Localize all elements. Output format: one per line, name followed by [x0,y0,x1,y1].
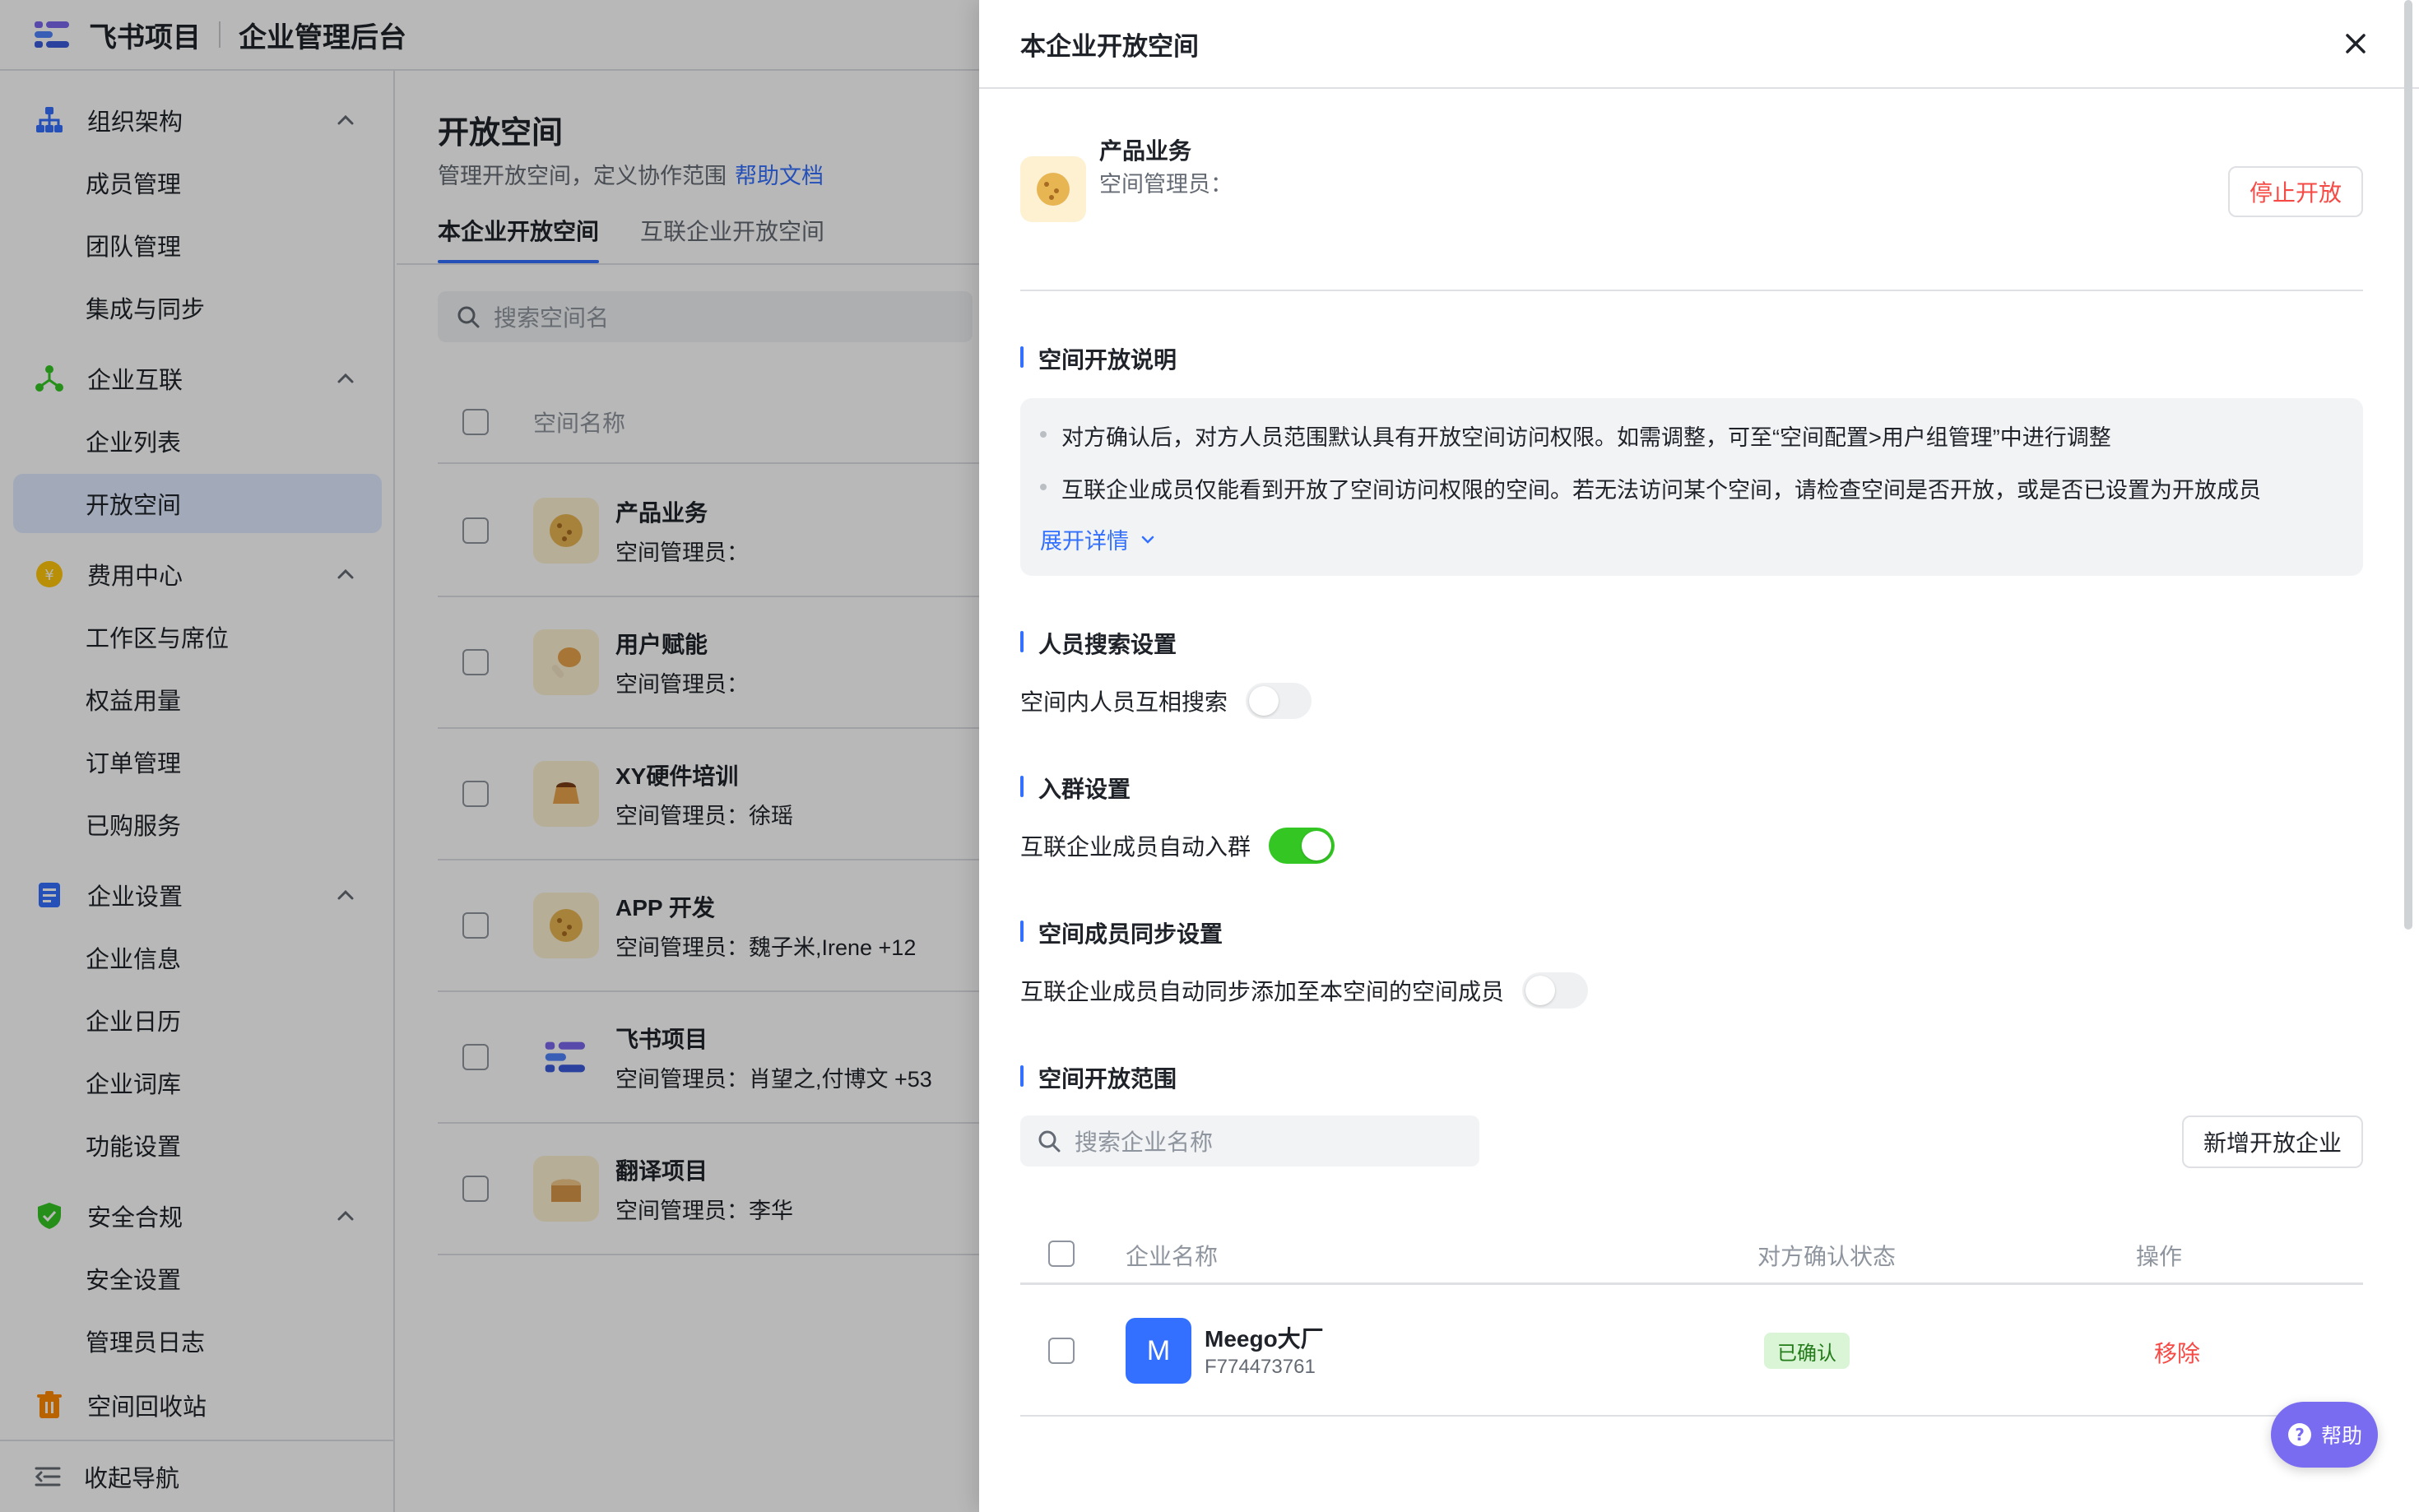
cookie-icon [1020,156,1086,222]
close-button[interactable] [2337,25,2375,63]
enterprise-avatar: M [1126,1318,1191,1384]
stop-open-button[interactable]: 停止开放 [2228,166,2363,217]
section-title-group-setting: 入群设置 [1020,772,1131,805]
close-icon [2346,34,2366,53]
toggle-knob [1249,686,1279,716]
remove-enterprise-link[interactable]: 移除 [2154,1336,2200,1369]
help-button-label: 帮助 [2320,1425,2362,1448]
question-icon: ? [2287,1423,2311,1446]
svg-text:?: ? [2295,1425,2305,1445]
help-button[interactable]: ? 帮助 [2271,1402,2378,1468]
expand-details-link[interactable]: 展开详情 [1040,523,1157,555]
note-line: 互联企业成员仅能看到开放了空间访问权限的空间。若无法访问某个空间，请检查空间是否… [1040,472,2261,504]
drawer-header: 本企业开放空间 [979,0,2419,89]
modal-overlay[interactable] [0,0,979,1512]
search-setting-toggle[interactable] [1246,683,1312,719]
group-setting-toggle[interactable] [1269,828,1335,864]
sync-setting-label: 互联企业成员自动同步添加至本空间的空间成员 [1020,979,1505,1004]
search-icon [1038,1130,1061,1153]
section-title-open-scope: 空间开放范围 [1020,1061,1177,1094]
enterprise-id: F774473761 [1205,1356,1316,1378]
enterprise-table-header: 企业名称 对方确认状态 操作 [1020,1222,2363,1285]
toggle-knob [1302,831,1332,860]
search-setting-row: 空间内人员互相搜索 [1020,683,1312,719]
enterprise-search-placeholder: 搜索企业名称 [1075,1129,1214,1155]
enterprise-search-input[interactable]: 搜索企业名称 [1020,1115,1479,1166]
table-row: M Meego大厂 F774473761 已确认 移除 [1020,1285,2363,1417]
column-header-confirm-status: 对方确认状态 [1757,1244,1897,1269]
sync-setting-toggle[interactable] [1522,972,1589,1009]
drawer-space-name: 产品业务 [1099,138,1192,164]
drawer-title: 本企业开放空间 [1020,31,1199,61]
column-header-enterprise-name: 企业名称 [1126,1244,1219,1269]
column-header-actions: 操作 [2136,1244,2183,1269]
section-title-open-note: 空间开放说明 [1020,342,1177,375]
add-open-enterprise-button[interactable]: 新增开放企业 [2182,1115,2363,1168]
search-setting-label: 空间内人员互相搜索 [1020,689,1228,715]
section-title-sync-setting: 空间成员同步设置 [1020,916,1223,949]
chevron-down-icon [1141,536,1154,544]
row-checkbox[interactable] [1048,1338,1075,1364]
enterprise-name: Meego大厂 [1205,1326,1324,1352]
status-badge: 已确认 [1764,1333,1850,1369]
group-setting-row: 互联企业成员自动入群 [1020,828,1335,864]
note-line: 对方确认后，对方人员范围默认具有开放空间访问权限。如需调整，可至“空间配置>用户… [1040,420,2111,452]
drawer-space-admin: 空间管理员： [1099,172,1233,197]
expand-details-label: 展开详情 [1040,529,1129,554]
toggle-knob [1525,976,1556,1005]
select-all-checkbox[interactable] [1048,1241,1075,1267]
open-note-box: 对方确认后，对方人员范围默认具有开放空间访问权限。如需调整，可至“空间配置>用户… [1020,398,2363,576]
sync-setting-row: 互联企业成员自动同步添加至本空间的空间成员 [1020,972,1589,1009]
open-space-drawer: 本企业开放空间 产品业务 空间管理员： 停止开放 空间开放说明 对方确认后，对方… [979,0,2419,1512]
info-divider [1020,290,2363,291]
drawer-scrollbar[interactable] [2404,0,2412,930]
section-title-search-setting: 人员搜索设置 [1020,627,1177,660]
group-setting-label: 互联企业成员自动入群 [1020,834,1251,860]
